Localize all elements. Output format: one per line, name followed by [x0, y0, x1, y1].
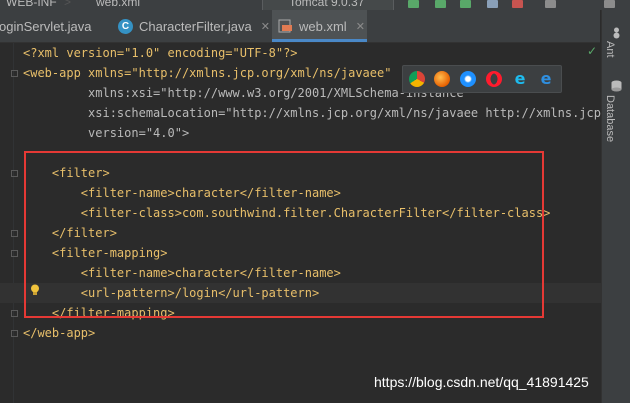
- code-line[interactable]: </web-app>: [0, 323, 601, 343]
- right-tool-bar: Ant Database: [601, 10, 630, 403]
- highlight-annotation: [24, 151, 544, 318]
- settings-icon[interactable]: [545, 0, 556, 8]
- breadcrumb-folder[interactable]: WEB-INF: [6, 0, 57, 9]
- debug-icon[interactable]: [460, 0, 471, 8]
- build-icon[interactable]: [408, 0, 419, 8]
- database-icon: [611, 80, 622, 92]
- close-icon[interactable]: ✕: [356, 20, 365, 33]
- fold-icon[interactable]: [11, 330, 18, 337]
- code-line[interactable]: version="4.0">: [0, 123, 601, 143]
- xml-file-icon: [278, 19, 293, 33]
- ant-tool-window[interactable]: Ant: [604, 41, 616, 58]
- edge-icon[interactable]: e: [538, 71, 554, 87]
- tab-loginservlet[interactable]: oginServlet.java: [0, 10, 107, 42]
- chrome-icon[interactable]: [409, 71, 425, 87]
- code-line[interactable]: xsi:schemaLocation="http://xmlns.jcp.org…: [0, 103, 623, 123]
- database-tool-window[interactable]: Database: [604, 95, 616, 142]
- tab-web-xml[interactable]: web.xml ✕: [272, 10, 367, 42]
- stop-icon[interactable]: [512, 0, 523, 8]
- run-config-label: Tomcat 9.0.37: [289, 0, 365, 9]
- close-icon[interactable]: ✕: [261, 20, 270, 33]
- lightbulb-icon[interactable]: [30, 284, 40, 296]
- editor-tabs: oginServlet.java C CharacterFilter.java …: [0, 10, 600, 43]
- coverage-icon[interactable]: [487, 0, 498, 8]
- fold-icon[interactable]: [11, 310, 18, 317]
- tab-characterfilter[interactable]: C CharacterFilter.java ✕: [112, 10, 273, 42]
- fold-icon[interactable]: [11, 250, 18, 257]
- run-icon[interactable]: [435, 0, 446, 8]
- code-line[interactable]: <?xml version="1.0" encoding="UTF-8"?>: [0, 43, 601, 63]
- navigation-bar: WEB-INF > web.xml Tomcat 9.0.37: [0, 0, 630, 10]
- search-icon[interactable]: [604, 0, 615, 8]
- java-class-icon: C: [118, 18, 133, 34]
- fold-icon[interactable]: [11, 70, 18, 77]
- ant-icon: [613, 27, 620, 39]
- firefox-icon[interactable]: [434, 71, 450, 87]
- tab-label: CharacterFilter.java: [139, 18, 252, 34]
- inspection-ok-icon[interactable]: ✓: [587, 44, 597, 58]
- tab-label: web.xml: [299, 18, 347, 34]
- tab-label: oginServlet.java: [0, 18, 92, 34]
- breadcrumb-file[interactable]: web.xml: [96, 0, 140, 9]
- browser-preview-bar: e e: [402, 65, 562, 93]
- fold-icon[interactable]: [11, 230, 18, 237]
- opera-icon[interactable]: [486, 71, 502, 87]
- watermark: https://blog.csdn.net/qq_41891425: [374, 374, 589, 390]
- safari-icon[interactable]: [460, 71, 476, 87]
- ie-icon[interactable]: e: [512, 71, 528, 87]
- run-configuration-selector[interactable]: Tomcat 9.0.37: [262, 0, 394, 10]
- fold-icon[interactable]: [11, 170, 18, 177]
